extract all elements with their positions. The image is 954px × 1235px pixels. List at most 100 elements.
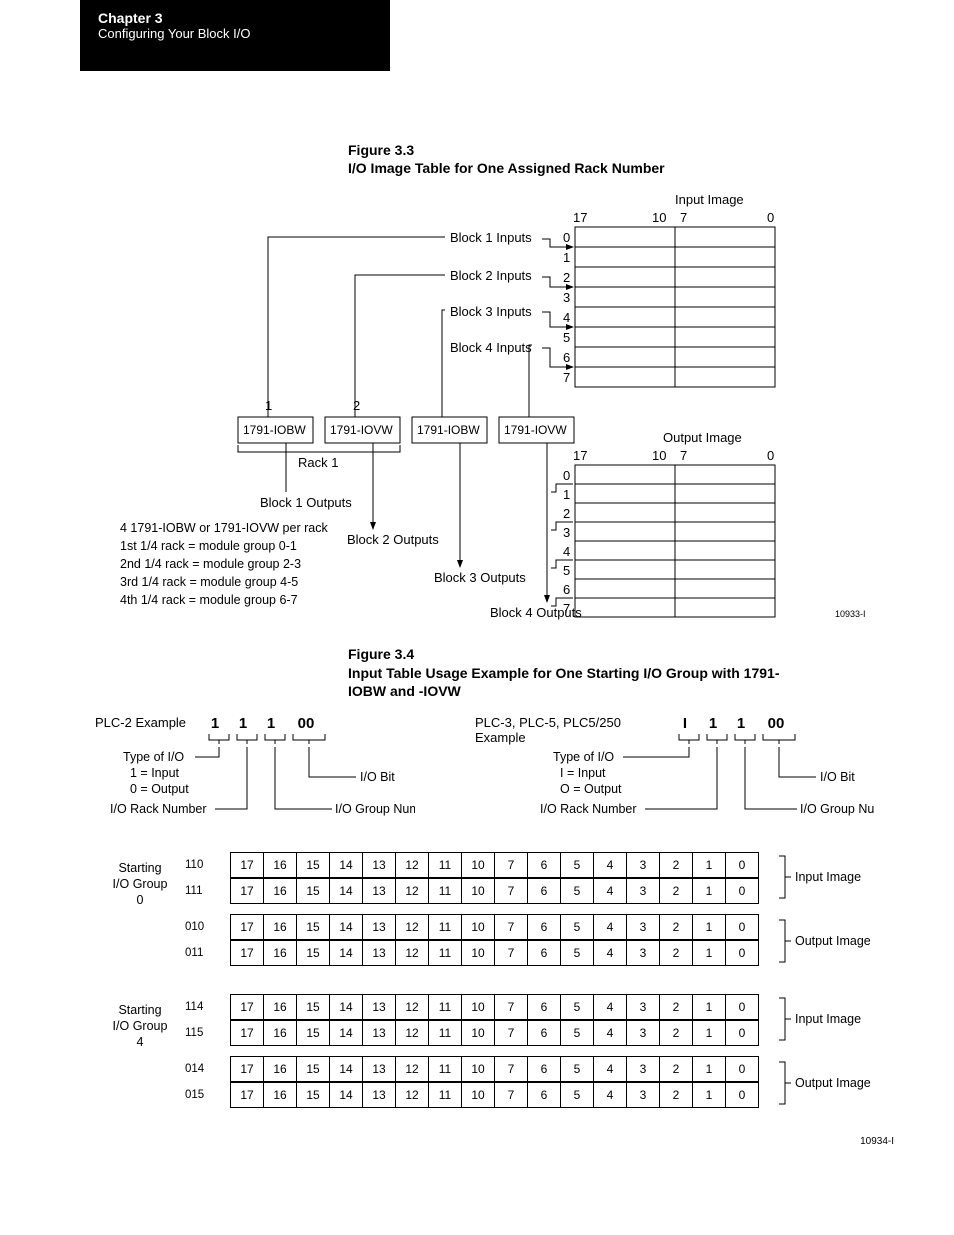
bit-row: 171615141312111076543210: [230, 914, 759, 940]
bit-cell: 6: [528, 1056, 561, 1081]
bit-cell: 0: [726, 1020, 759, 1045]
image-type-label: Input Image: [767, 996, 879, 1042]
bit-cell: 16: [264, 940, 297, 965]
input-image-grid: [575, 227, 775, 387]
bit-cell: 12: [396, 994, 429, 1019]
bit-cell: 12: [396, 1082, 429, 1107]
bit-cell: 7: [495, 852, 528, 877]
bit-cell: 13: [363, 878, 396, 903]
svg-text:2nd 1/4 rack = module group 2-: 2nd 1/4 rack = module group 2-3: [120, 557, 301, 571]
svg-text:I/O Bit: I/O Bit: [820, 770, 855, 784]
bit-cell: 14: [330, 1056, 363, 1081]
svg-text:Block 1 Inputs: Block 1 Inputs: [450, 230, 532, 245]
svg-text:Block 2 Inputs: Block 2 Inputs: [450, 268, 532, 283]
bit-cell: 7: [495, 914, 528, 939]
svg-text:3: 3: [563, 290, 570, 305]
bit-cell: 15: [297, 1082, 330, 1107]
bit-cell: 5: [561, 852, 594, 877]
svg-text:1791-IOVW: 1791-IOVW: [504, 423, 567, 437]
bit-cell: 16: [264, 914, 297, 939]
svg-text:5: 5: [563, 330, 570, 345]
svg-text:7: 7: [680, 448, 687, 463]
svg-text:I/O Group Number: I/O Group Number: [800, 802, 875, 816]
bit-cell: 11: [429, 1056, 462, 1081]
svg-text:2: 2: [563, 506, 570, 521]
bit-cell: 2: [660, 940, 693, 965]
bit-cell: 11: [429, 1082, 462, 1107]
svg-text:4: 4: [563, 544, 570, 559]
bit-cell: 2: [660, 878, 693, 903]
bit-cell: 11: [429, 852, 462, 877]
svg-text:1st 1/4 rack = module group 0-: 1st 1/4 rack = module group 0-1: [120, 539, 297, 553]
bit-cell: 7: [495, 878, 528, 903]
bit-cell: 5: [561, 940, 594, 965]
io-group-block: StartingI/O Group41141716151413121110765…: [95, 994, 954, 1108]
bit-cell: 10: [462, 878, 495, 903]
svg-text:1791-IOBW: 1791-IOBW: [417, 423, 480, 437]
bit-cell: 16: [264, 878, 297, 903]
bit-cell: 6: [528, 878, 561, 903]
svg-text:3: 3: [563, 525, 570, 540]
bit-cell: 10: [462, 1082, 495, 1107]
figure-3-4-title-block: Figure 3.4 Input Table Usage Example for…: [348, 645, 954, 700]
bit-row: 171615141312111076543210: [230, 852, 759, 878]
bit-cell: 2: [660, 1056, 693, 1081]
svg-text:1 = Input: 1 = Input: [130, 766, 180, 780]
row-address: 011: [185, 947, 230, 959]
bit-cell: 3: [627, 1082, 660, 1107]
svg-text:Block 3 Outputs: Block 3 Outputs: [434, 570, 526, 585]
bit-cell: 12: [396, 1020, 429, 1045]
chapter-title: Chapter 3: [98, 10, 372, 26]
bit-cell: 12: [396, 1056, 429, 1081]
bit-cell: 2: [660, 994, 693, 1019]
plc3-decoder: PLC-3, PLC-5, PLC5/250 Example I 1 1: [475, 715, 875, 822]
module-boxes: 1791-IOBW 1791-IOVW 1791-IOBW 1791-IOVW: [238, 417, 574, 443]
col-7: 7: [680, 210, 687, 225]
bit-cell: 17: [231, 1020, 264, 1045]
col-0: 0: [767, 210, 774, 225]
bit-cell: 17: [231, 940, 264, 965]
bit-cell: 6: [528, 1020, 561, 1045]
bit-cell: 0: [726, 878, 759, 903]
svg-text:4 1791-IOBW or 1791-IOVW per r: 4 1791-IOBW or 1791-IOVW per rack: [120, 521, 328, 535]
bit-cell: 7: [495, 1020, 528, 1045]
bit-row: 171615141312111076543210: [230, 1082, 759, 1108]
bit-cell: 17: [231, 1082, 264, 1107]
bit-cell: 17: [231, 852, 264, 877]
svg-text:4th 1/4 rack = module group 6-: 4th 1/4 rack = module group 6-7: [120, 593, 298, 607]
svg-text:1791-IOVW: 1791-IOVW: [330, 423, 393, 437]
bit-cell: 3: [627, 940, 660, 965]
svg-text:Rack 1: Rack 1: [298, 455, 338, 470]
bit-cell: 0: [726, 1082, 759, 1107]
svg-text:Block 3 Inputs: Block 3 Inputs: [450, 304, 532, 319]
bit-cell: 6: [528, 994, 561, 1019]
bit-cell: 2: [660, 852, 693, 877]
bit-cell: 4: [594, 1056, 627, 1081]
bit-cell: 11: [429, 914, 462, 939]
bit-cell: 0: [726, 994, 759, 1019]
row-address: 015: [185, 1089, 230, 1101]
bit-cell: 4: [594, 878, 627, 903]
svg-text:I/O Bit: I/O Bit: [360, 770, 395, 784]
figure-3-3-number: Figure 3.3: [348, 141, 954, 159]
bit-cell: 14: [330, 1082, 363, 1107]
bit-row: 171615141312111076543210: [230, 878, 759, 904]
bit-cell: 11: [429, 994, 462, 1019]
svg-text:10: 10: [652, 448, 666, 463]
bit-cell: 15: [297, 878, 330, 903]
figure-3-4-number: Figure 3.4: [348, 645, 954, 663]
bit-cell: 15: [297, 1020, 330, 1045]
plc2-decoder: PLC-2 Example 1 1 1 00: [95, 715, 415, 822]
svg-text:0: 0: [563, 230, 570, 245]
chapter-header: Chapter 3 Configuring Your Block I/O: [80, 0, 390, 71]
bit-cell: 3: [627, 994, 660, 1019]
bit-cell: 14: [330, 940, 363, 965]
bit-cell: 14: [330, 852, 363, 877]
group-label: StartingI/O Group0: [95, 852, 185, 909]
bit-cell: 11: [429, 1020, 462, 1045]
bit-cell: 3: [627, 852, 660, 877]
bit-cell: 16: [264, 852, 297, 877]
figure-3-3-title-block: Figure 3.3 I/O Image Table for One Assig…: [348, 141, 954, 177]
bit-cell: 1: [693, 1020, 726, 1045]
svg-text:Block 4 Outputs: Block 4 Outputs: [490, 605, 582, 620]
